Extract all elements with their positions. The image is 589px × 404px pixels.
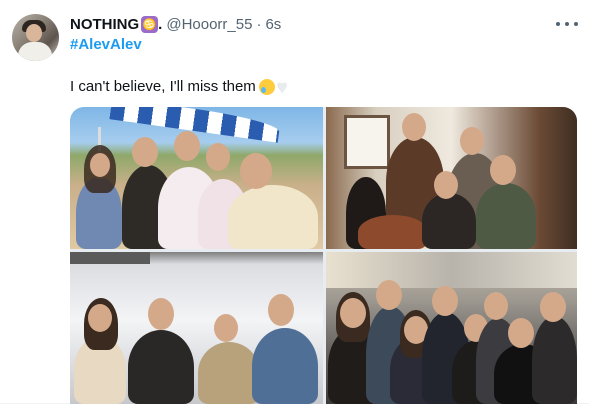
person — [532, 316, 577, 404]
separator-dot: · — [256, 15, 262, 33]
person-head — [460, 127, 484, 155]
timestamp[interactable]: 6s — [265, 16, 281, 33]
person-head — [340, 298, 366, 328]
person-head — [268, 294, 294, 326]
display-name[interactable]: NOTHING — [70, 16, 139, 33]
person-head — [490, 155, 516, 185]
window — [344, 115, 390, 169]
tweet-text-line: I can't believe, I'll miss them ♥ — [70, 76, 288, 97]
photo-beach-group[interactable] — [70, 107, 323, 249]
person-head — [148, 298, 174, 330]
tweet[interactable]: NOTHING ♋ . @Hooorr_55 · 6s #AlevAlev I … — [0, 0, 589, 404]
photo-indoor-group[interactable] — [326, 107, 577, 249]
more-dots-icon[interactable] — [556, 16, 578, 32]
avatar[interactable] — [12, 14, 59, 61]
person-face — [90, 153, 110, 177]
person-head — [206, 143, 230, 171]
user-handle[interactable]: @Hooorr_55 — [166, 16, 252, 33]
person — [198, 342, 260, 404]
person — [476, 183, 536, 249]
name-suffix: . — [158, 15, 163, 33]
person-head — [434, 171, 458, 199]
tweet-text: I can't believe, I'll miss them — [70, 78, 256, 95]
blanket — [358, 215, 428, 249]
person — [422, 193, 476, 249]
photo-wall-group[interactable] — [70, 252, 323, 404]
person-head — [240, 153, 272, 189]
person-head — [508, 318, 534, 348]
window-frame — [70, 252, 150, 264]
face-holding-back-tears-icon — [258, 78, 275, 95]
avatar-face — [26, 24, 42, 42]
tweet-header: NOTHING ♋ . @Hooorr_55 · 6s — [70, 14, 281, 34]
media-grid — [70, 107, 577, 404]
hashtag-link[interactable]: #AlevAlev — [70, 36, 142, 53]
white-heart-icon: ♥ — [276, 76, 288, 97]
avatar-body — [18, 42, 52, 61]
person-head — [376, 280, 402, 310]
more-dot — [556, 22, 560, 26]
person-head — [484, 292, 508, 320]
person-head — [174, 131, 200, 161]
photo-street-group[interactable] — [326, 252, 577, 404]
person-head — [432, 286, 458, 316]
person-head — [88, 304, 112, 332]
more-dot — [574, 22, 578, 26]
person — [128, 330, 194, 404]
person-head — [132, 137, 158, 167]
person — [228, 185, 318, 249]
person-head — [214, 314, 238, 342]
person-head — [402, 113, 426, 141]
cancer-sign-emoji-icon: ♋ — [141, 15, 159, 33]
background-buildings — [326, 252, 577, 288]
person-head — [540, 292, 566, 322]
person — [252, 328, 318, 404]
more-dot — [565, 22, 569, 26]
